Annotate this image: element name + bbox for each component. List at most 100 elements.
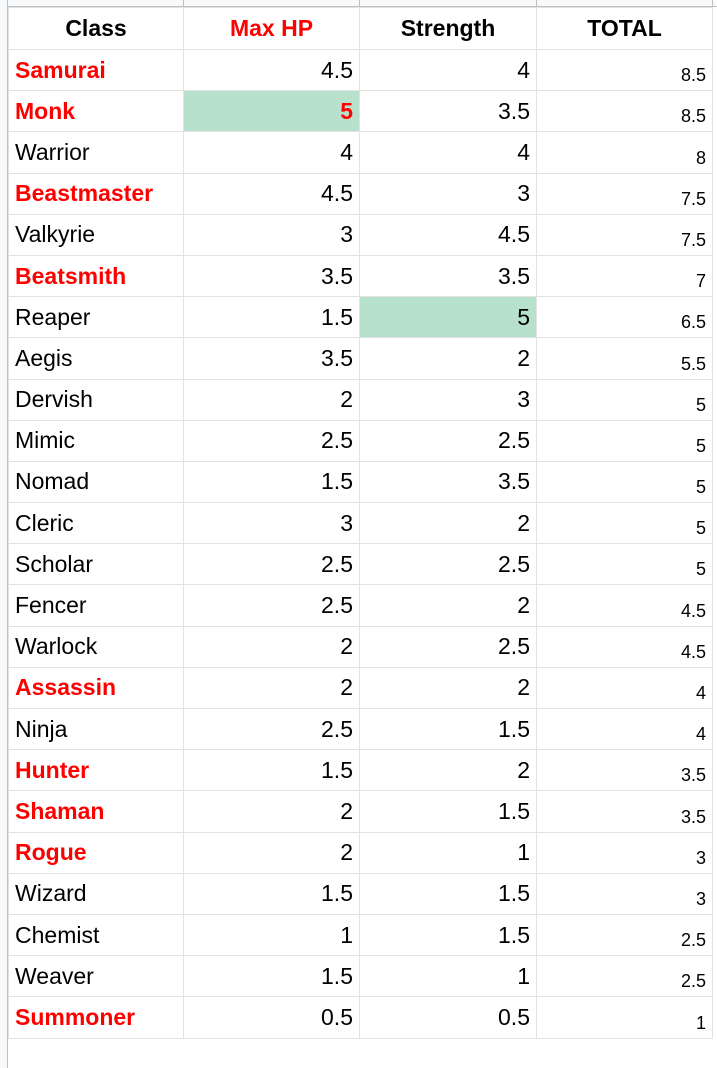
cell-max-hp[interactable]: 1.5: [183, 955, 360, 998]
cell-max-hp[interactable]: 5: [183, 90, 360, 133]
cell-total[interactable]: 5: [536, 460, 713, 504]
header-class[interactable]: Class: [8, 7, 184, 50]
cell-max-hp[interactable]: 2.5: [183, 584, 360, 627]
cell-class[interactable]: Dervish: [8, 378, 184, 421]
cell-total[interactable]: 5: [536, 502, 713, 545]
column-divider[interactable]: [359, 0, 360, 6]
cell-max-hp[interactable]: 4.5: [183, 172, 360, 215]
cell-strength[interactable]: 3.5: [359, 90, 537, 133]
cell-max-hp[interactable]: 3: [183, 502, 360, 545]
cell-total[interactable]: 7.5: [536, 172, 713, 215]
cell-class[interactable]: Hunter: [8, 749, 184, 792]
cell-strength[interactable]: 1: [359, 955, 537, 998]
cell-strength[interactable]: 4: [359, 48, 537, 92]
cell-strength[interactable]: 3.5: [359, 460, 537, 504]
cell-max-hp[interactable]: 3.5: [183, 337, 360, 380]
cell-class[interactable]: Reaper: [8, 296, 184, 339]
cell-max-hp[interactable]: 2: [183, 378, 360, 421]
header-total[interactable]: TOTAL: [536, 7, 713, 50]
cell-max-hp[interactable]: 2: [183, 625, 360, 668]
cell-total[interactable]: 3.5: [536, 749, 713, 792]
column-divider[interactable]: [712, 0, 713, 6]
cell-max-hp[interactable]: 3: [183, 213, 360, 256]
header-strength[interactable]: Strength: [359, 7, 537, 50]
cell-total[interactable]: 2.5: [536, 913, 713, 957]
cell-class[interactable]: Warlock: [8, 625, 184, 668]
cell-strength[interactable]: 1.5: [359, 790, 537, 833]
cell-total[interactable]: 4.5: [536, 625, 713, 668]
cell-strength[interactable]: 1.5: [359, 913, 537, 957]
cell-class[interactable]: Mimic: [8, 419, 184, 462]
cell-strength[interactable]: 3: [359, 172, 537, 215]
column-divider[interactable]: [536, 0, 537, 6]
cell-max-hp[interactable]: 2: [183, 790, 360, 833]
cell-class[interactable]: Scholar: [8, 543, 184, 586]
cell-strength[interactable]: 2.5: [359, 625, 537, 668]
cell-max-hp[interactable]: 4: [183, 131, 360, 174]
cell-class[interactable]: Samurai: [8, 48, 184, 92]
cell-total[interactable]: 8.5: [536, 48, 713, 92]
cell-total[interactable]: 8.5: [536, 90, 713, 133]
cell-strength[interactable]: 4.5: [359, 213, 537, 256]
cell-strength[interactable]: 3: [359, 378, 537, 421]
cell-total[interactable]: 3.5: [536, 790, 713, 833]
cell-strength[interactable]: 1.5: [359, 872, 537, 915]
cell-class[interactable]: Wizard: [8, 872, 184, 915]
cell-class[interactable]: Beastmaster: [8, 172, 184, 215]
cell-class[interactable]: Nomad: [8, 460, 184, 504]
cell-class[interactable]: Valkyrie: [8, 213, 184, 256]
cell-max-hp[interactable]: 1.5: [183, 749, 360, 792]
cell-total[interactable]: 5.5: [536, 337, 713, 380]
header-max-hp[interactable]: Max HP: [183, 7, 360, 50]
cell-strength[interactable]: 1: [359, 831, 537, 874]
cell-class[interactable]: Shaman: [8, 790, 184, 833]
cell-strength[interactable]: 2: [359, 337, 537, 380]
cell-strength[interactable]: 3.5: [359, 254, 537, 298]
cell-class[interactable]: Cleric: [8, 502, 184, 545]
cell-total[interactable]: 7: [536, 254, 713, 298]
cell-strength[interactable]: 0.5: [359, 996, 537, 1039]
cell-class[interactable]: Assassin: [8, 666, 184, 710]
cell-class[interactable]: Rogue: [8, 831, 184, 874]
cell-max-hp[interactable]: 2: [183, 666, 360, 710]
cell-strength[interactable]: 1.5: [359, 707, 537, 751]
column-divider[interactable]: [183, 0, 184, 6]
cell-total[interactable]: 8: [536, 131, 713, 174]
cell-strength[interactable]: 5: [359, 296, 537, 339]
cell-class[interactable]: Ninja: [8, 707, 184, 751]
cell-total[interactable]: 1: [536, 996, 713, 1039]
cell-class[interactable]: Fencer: [8, 584, 184, 627]
cell-total[interactable]: 3: [536, 831, 713, 874]
cell-class[interactable]: Summoner: [8, 996, 184, 1039]
cell-class[interactable]: Weaver: [8, 955, 184, 998]
cell-max-hp[interactable]: 2.5: [183, 543, 360, 586]
cell-total[interactable]: 4: [536, 707, 713, 751]
cell-class[interactable]: Aegis: [8, 337, 184, 380]
cell-class[interactable]: Warrior: [8, 131, 184, 174]
cell-class[interactable]: Monk: [8, 90, 184, 133]
cell-total[interactable]: 5: [536, 543, 713, 586]
cell-max-hp[interactable]: 0.5: [183, 996, 360, 1039]
cell-max-hp[interactable]: 1.5: [183, 872, 360, 915]
cell-max-hp[interactable]: 3.5: [183, 254, 360, 298]
cell-max-hp[interactable]: 2: [183, 831, 360, 874]
cell-strength[interactable]: 2: [359, 666, 537, 710]
cell-max-hp[interactable]: 1: [183, 913, 360, 957]
cell-total[interactable]: 4.5: [536, 584, 713, 627]
cell-max-hp[interactable]: 1.5: [183, 296, 360, 339]
cell-strength[interactable]: 2: [359, 749, 537, 792]
cell-total[interactable]: 4: [536, 666, 713, 710]
cell-strength[interactable]: 2.5: [359, 543, 537, 586]
cell-strength[interactable]: 2.5: [359, 419, 537, 462]
cell-total[interactable]: 2.5: [536, 955, 713, 998]
cell-total[interactable]: 7.5: [536, 213, 713, 256]
cell-total[interactable]: 3: [536, 872, 713, 915]
cell-max-hp[interactable]: 2.5: [183, 419, 360, 462]
cell-strength[interactable]: 2: [359, 584, 537, 627]
cell-total[interactable]: 6.5: [536, 296, 713, 339]
cell-total[interactable]: 5: [536, 378, 713, 421]
cell-max-hp[interactable]: 2.5: [183, 707, 360, 751]
cell-class[interactable]: Chemist: [8, 913, 184, 957]
cell-strength[interactable]: 2: [359, 502, 537, 545]
cell-strength[interactable]: 4: [359, 131, 537, 174]
